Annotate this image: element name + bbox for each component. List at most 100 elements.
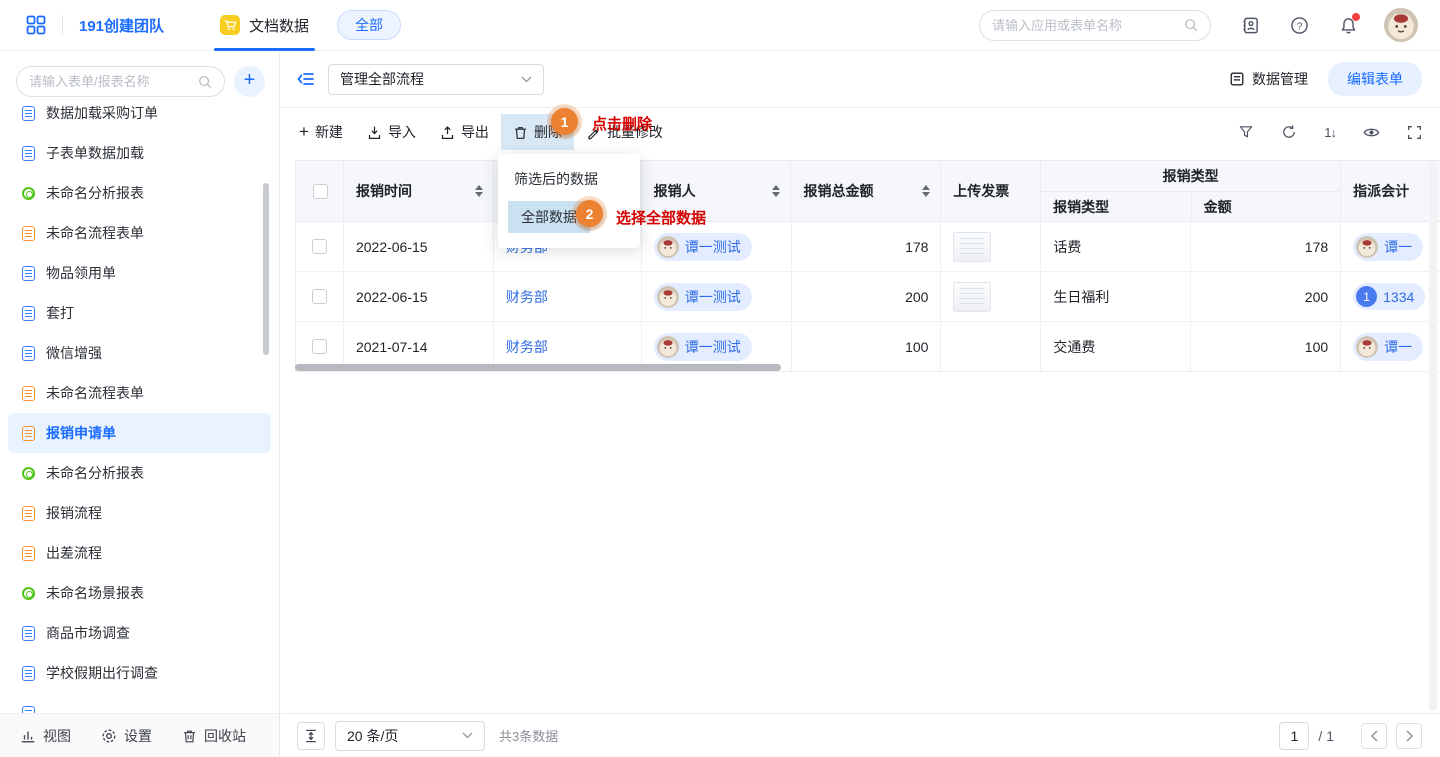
table-row[interactable]: 2022-06-15 财务部 谭一测试 200 生日福利 200 1 1334: [296, 272, 1440, 322]
sidebar-item[interactable]: 未命名分析报表: [8, 453, 271, 493]
sidebar-item[interactable]: 未命名流程表单: [8, 213, 271, 253]
cell-amount: 200: [1305, 289, 1328, 305]
sidebar-item-label: 未命名流程表单: [46, 383, 144, 403]
sidebar-item[interactable]: 套打: [8, 293, 271, 333]
user-avatar[interactable]: [1384, 8, 1418, 42]
accountant-pill[interactable]: 谭一: [1353, 233, 1423, 261]
column-header-type[interactable]: 报销类型: [1041, 192, 1191, 221]
add-form-button[interactable]: +: [234, 66, 265, 97]
sidebar-item[interactable]: 出差流程: [8, 533, 271, 573]
eye-icon[interactable]: [1363, 125, 1380, 140]
sidebar-item-selected[interactable]: 报销申请单: [8, 413, 271, 453]
pager: / 1: [1279, 722, 1422, 750]
next-page-button[interactable]: [1396, 723, 1422, 749]
column-header-accountant[interactable]: 指派会计: [1341, 161, 1440, 222]
doc-icon: [22, 706, 35, 714]
cell-type: 话费: [1053, 237, 1081, 257]
import-button[interactable]: 导入: [355, 114, 428, 150]
data-manage-button[interactable]: 数据管理: [1229, 69, 1308, 89]
person-pill[interactable]: 谭一测试: [654, 233, 752, 261]
filter-icon[interactable]: [1238, 124, 1254, 140]
form-search-input[interactable]: [29, 74, 198, 89]
row-height-button[interactable]: [297, 722, 325, 750]
sidebar-item[interactable]: 微信增强: [8, 333, 271, 373]
column-header-invoice[interactable]: 上传发票: [941, 161, 1041, 222]
invoice-thumbnail[interactable]: [953, 232, 991, 262]
table-row[interactable]: 2022-06-15 财务部 谭一测试 178 话费 178 谭一: [296, 222, 1440, 272]
global-search[interactable]: [979, 10, 1211, 41]
recycle-bin-label: 回收站: [204, 726, 246, 746]
help-icon[interactable]: ?: [1290, 16, 1309, 35]
accountant-name: 谭一: [1384, 237, 1412, 257]
delete-dropdown-menu: 筛选后的数据 全部数据: [498, 154, 640, 248]
cell-date: 2021-07-14: [356, 339, 428, 355]
total-count-text: 共3条数据: [499, 726, 558, 745]
export-icon: [440, 125, 455, 140]
sidebar-item[interactable]: 数据加载采购订单: [8, 105, 271, 133]
settings-button[interactable]: 设置: [101, 726, 152, 746]
global-search-input[interactable]: [992, 18, 1184, 33]
group-header-label: 报销类型: [1041, 161, 1340, 192]
person-avatar: [657, 336, 679, 358]
team-name[interactable]: 191创建团队: [79, 15, 164, 36]
person-avatar: [1356, 336, 1378, 358]
notification-bell-icon[interactable]: [1339, 16, 1358, 35]
sidebar-item[interactable]: 报销流程: [8, 493, 271, 533]
cell-total: 200: [905, 289, 928, 305]
edit-form-button[interactable]: 编辑表单: [1328, 62, 1422, 96]
invoice-thumbnail[interactable]: [953, 282, 991, 312]
collapse-sidebar-icon[interactable]: [297, 70, 315, 88]
sidebar-item[interactable]: 学校假期出行调查: [8, 653, 271, 693]
tab-doc-data[interactable]: 文档数据: [220, 0, 309, 51]
sidebar-item[interactable]: 物品领用单: [8, 253, 271, 293]
prev-page-button[interactable]: [1361, 723, 1387, 749]
page-size-select[interactable]: 20 条/页: [335, 721, 485, 751]
new-record-button[interactable]: + 新建: [287, 114, 355, 150]
sidebar-item[interactable]: 未命名分析报表: [8, 173, 271, 213]
accountant-pill[interactable]: 谭一: [1353, 333, 1423, 361]
sidebar-item-clipped[interactable]: [8, 693, 271, 713]
person-pill[interactable]: 谭一测试: [654, 333, 752, 361]
vertical-scrollbar-track[interactable]: [1429, 162, 1437, 711]
sidebar-item[interactable]: 商品市场调查: [8, 613, 271, 653]
sort-arrows-icon[interactable]: [772, 185, 780, 197]
accountant-pill[interactable]: 1 1334: [1353, 283, 1425, 310]
cell-dept-link[interactable]: 财务部: [506, 287, 548, 307]
refresh-icon[interactable]: [1281, 124, 1297, 140]
pagination-bar: 20 条/页 共3条数据 / 1: [281, 713, 1440, 757]
fullscreen-icon[interactable]: [1407, 125, 1422, 140]
person-pill[interactable]: 谭一测试: [654, 283, 752, 311]
row-checkbox[interactable]: [312, 339, 327, 354]
flow-scope-select[interactable]: 管理全部流程: [328, 64, 544, 95]
column-header-total[interactable]: 报销总金额: [791, 161, 941, 222]
search-icon: [1184, 18, 1198, 32]
sidebar-item-label: 未命名场景报表: [46, 583, 144, 603]
search-icon: [198, 75, 212, 89]
column-label: 指派会计: [1353, 181, 1409, 201]
sidebar-scrollbar[interactable]: [263, 183, 269, 355]
page-number-input[interactable]: [1279, 722, 1309, 750]
column-header-amount[interactable]: 金额: [1191, 192, 1341, 221]
sort-arrows-icon[interactable]: [922, 185, 930, 197]
column-header-time[interactable]: 报销时间: [344, 161, 494, 222]
apps-grid-icon[interactable]: [26, 15, 46, 35]
notification-dot: [1352, 13, 1360, 21]
sidebar-item[interactable]: 未命名流程表单: [8, 373, 271, 413]
row-checkbox[interactable]: [312, 239, 327, 254]
page-size-value: 20 条/页: [347, 726, 398, 746]
sidebar-item[interactable]: 子表单数据加载: [8, 133, 271, 173]
sidebar-item[interactable]: 未命名场景报表: [8, 573, 271, 613]
sort-arrows-icon[interactable]: [475, 185, 483, 197]
menu-item-filtered-data[interactable]: 筛选后的数据: [498, 162, 640, 196]
export-button[interactable]: 导出: [428, 114, 501, 150]
form-search-box[interactable]: [16, 66, 225, 97]
horizontal-scrollbar[interactable]: [295, 364, 781, 371]
select-all-checkbox[interactable]: [313, 184, 328, 199]
sort-icon[interactable]: 1↓: [1324, 125, 1336, 140]
views-button[interactable]: 视图: [20, 726, 71, 746]
row-checkbox[interactable]: [312, 289, 327, 304]
contacts-icon[interactable]: [1241, 16, 1260, 35]
scope-all-pill[interactable]: 全部: [337, 10, 401, 40]
recycle-bin-button[interactable]: 回收站: [182, 726, 246, 746]
cell-dept-link[interactable]: 财务部: [506, 337, 548, 357]
